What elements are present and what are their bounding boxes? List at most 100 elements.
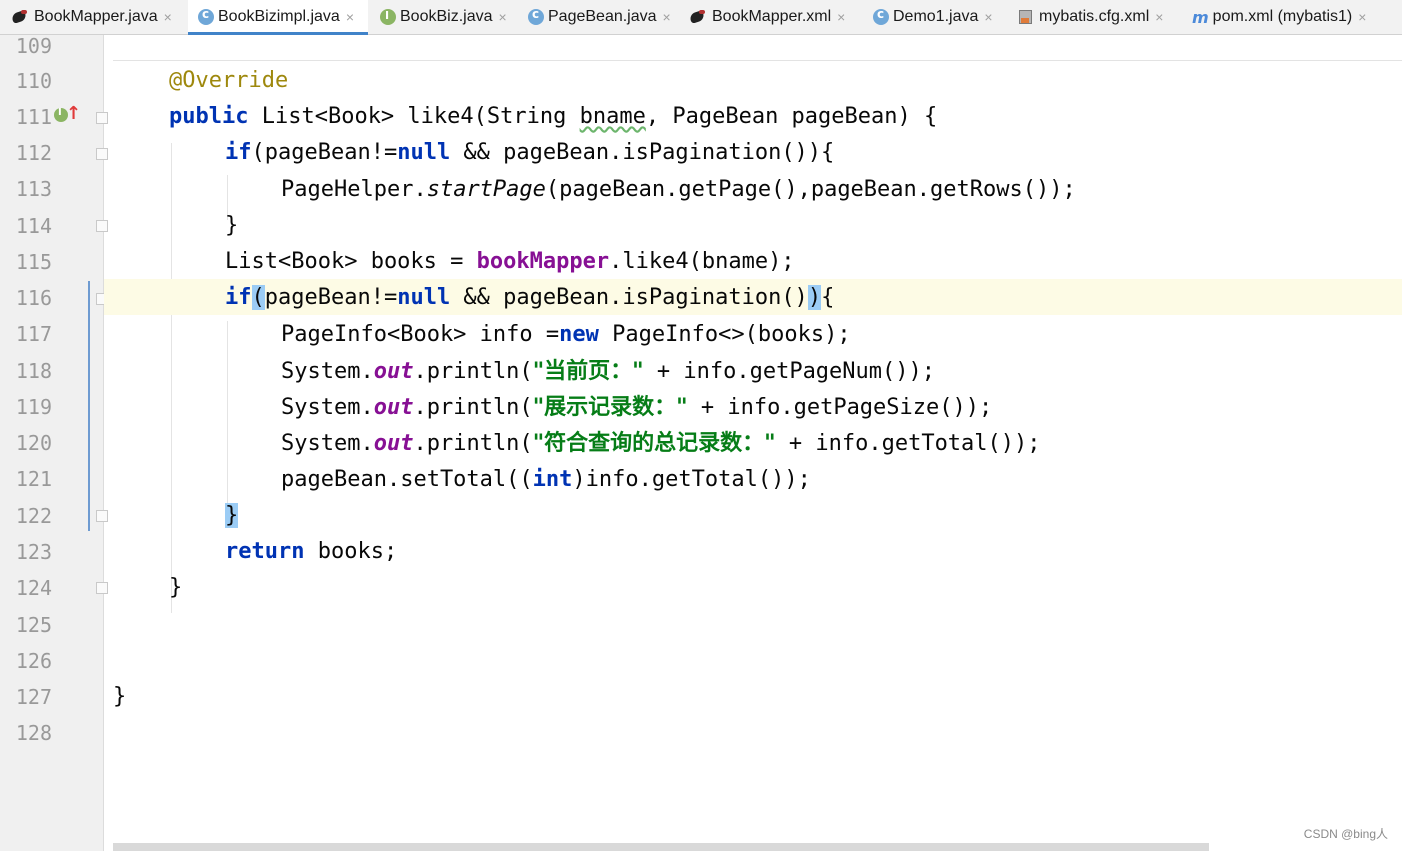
class-icon bbox=[528, 7, 544, 25]
matched-brace: } bbox=[225, 503, 239, 528]
keyword: new bbox=[559, 322, 599, 347]
code-line-127: } bbox=[104, 678, 1402, 714]
line-number: 125 bbox=[15, 613, 52, 637]
horizontal-scrollbar[interactable] bbox=[113, 843, 1209, 851]
keyword: if bbox=[225, 285, 252, 310]
tab-label: BookMapper.java bbox=[34, 8, 158, 25]
tab-bookbizimpl-java[interactable]: BookBizimpl.java × bbox=[188, 0, 368, 35]
line-number: 113 bbox=[15, 177, 52, 201]
override-arrow-icon: ↑ bbox=[66, 103, 82, 124]
code-token: { bbox=[821, 285, 835, 310]
code-token: .println( bbox=[413, 359, 533, 384]
code-line-122: } bbox=[104, 497, 1402, 533]
close-icon[interactable]: × bbox=[1358, 9, 1366, 25]
keyword: return bbox=[225, 539, 305, 564]
code-token: PageInfo<Book> info = bbox=[281, 322, 560, 347]
code-token: books; bbox=[304, 539, 398, 564]
static-field-token: out bbox=[373, 431, 414, 456]
implements-badge-letter: I bbox=[58, 107, 62, 118]
line-number: 111 bbox=[15, 105, 52, 129]
closing-brace: } bbox=[225, 213, 239, 238]
code-text: System.out.println("展示记录数：" + info.getPa… bbox=[281, 394, 992, 421]
code-line-111: public List<Book> like4(String bname, Pa… bbox=[104, 98, 1402, 134]
mybatis-bird-icon bbox=[688, 9, 708, 25]
string-literal: "符合查询的总记录数：" bbox=[532, 430, 776, 456]
line-number: 114 bbox=[15, 214, 52, 238]
tab-bookbiz-java[interactable]: BookBiz.java × bbox=[380, 0, 515, 34]
code-line-124: } bbox=[104, 569, 1402, 605]
code-token: + info.getPageNum()); bbox=[643, 359, 936, 384]
watermark: CSDN @bing人 bbox=[1303, 827, 1388, 841]
code-token: )info.getTotal()); bbox=[572, 467, 811, 492]
line-number: 116 bbox=[15, 286, 52, 310]
close-icon[interactable]: × bbox=[499, 9, 507, 25]
code-token: pageBean.setTotal(( bbox=[281, 467, 533, 492]
code-token: PageHelper. bbox=[281, 177, 427, 202]
tab-mybatis-cfg-xml[interactable]: mybatis.cfg.xml × bbox=[1017, 0, 1182, 34]
tab-bookmapper-xml[interactable]: BookMapper.xml × bbox=[688, 0, 863, 34]
close-icon[interactable]: × bbox=[837, 9, 845, 25]
code-line-110: @Override bbox=[104, 62, 1402, 98]
code-token: .println( bbox=[413, 431, 533, 456]
line-number: 126 bbox=[15, 649, 52, 673]
line-number: 115 bbox=[15, 250, 52, 274]
interface-icon bbox=[380, 9, 396, 25]
static-field-token: out bbox=[373, 359, 414, 384]
code-line-119: System.out.println("展示记录数：" + info.getPa… bbox=[104, 388, 1402, 424]
code-text: if(pageBean!=null && pageBean.isPaginati… bbox=[225, 140, 834, 166]
class-icon bbox=[873, 7, 889, 25]
closing-brace: } bbox=[169, 575, 183, 600]
code-token: + info.getTotal()); bbox=[775, 431, 1041, 456]
close-icon[interactable]: × bbox=[346, 9, 354, 25]
editor-tab-bar: BookMapper.java × BookBizimpl.java × Boo… bbox=[0, 0, 1402, 35]
code-text: pageBean.setTotal((int)info.getTotal()); bbox=[281, 467, 811, 493]
code-line-118: System.out.println("当前页：" + info.getPage… bbox=[104, 352, 1402, 388]
line-number: 109 bbox=[15, 34, 52, 58]
code-token: pageBean!= bbox=[264, 285, 398, 310]
close-icon[interactable]: × bbox=[164, 9, 172, 25]
code-token: List<Book> like4(String bbox=[248, 104, 580, 129]
vcs-change-marker[interactable] bbox=[88, 281, 90, 531]
line-number: 121 bbox=[15, 467, 52, 491]
string-literal: "当前页：" bbox=[532, 358, 644, 384]
code-text: return books; bbox=[225, 539, 397, 565]
code-text: if(pageBean!=null && pageBean.isPaginati… bbox=[225, 285, 834, 311]
tab-label: mybatis.cfg.xml bbox=[1039, 8, 1150, 25]
matched-paren: ( bbox=[251, 285, 265, 310]
line-number: 118 bbox=[15, 359, 52, 383]
code-token: List<Book> books = bbox=[225, 249, 477, 274]
code-token: (pageBean.getPage(),pageBean.getRows()); bbox=[545, 177, 1076, 202]
code-text: PageHelper.startPage(pageBean.getPage(),… bbox=[281, 177, 1076, 203]
tab-pom-xml[interactable]: m pom.xml (mybatis1) × bbox=[1192, 0, 1392, 34]
field-token: bookMapper bbox=[476, 249, 610, 274]
code-text: PageInfo<Book> info =new PageInfo<>(book… bbox=[281, 322, 851, 348]
string-literal: "展示记录数：" bbox=[532, 394, 688, 420]
tab-bookmapper-java[interactable]: BookMapper.java × bbox=[10, 0, 188, 34]
close-icon[interactable]: × bbox=[663, 9, 671, 25]
code-line-120: System.out.println("符合查询的总记录数：" + info.g… bbox=[104, 424, 1402, 460]
tab-label: pom.xml (mybatis1) bbox=[1212, 8, 1353, 25]
code-token: , PageBean pageBean) { bbox=[645, 104, 938, 129]
matched-paren: ) bbox=[807, 285, 822, 310]
code-line-123: return books; bbox=[104, 533, 1402, 569]
code-line-112: if(pageBean!=null && pageBean.isPaginati… bbox=[104, 134, 1402, 170]
keyword: null bbox=[397, 285, 451, 310]
code-token: System. bbox=[281, 431, 374, 456]
tab-demo1-java[interactable]: Demo1.java × bbox=[873, 0, 1008, 34]
code-token: System. bbox=[281, 359, 374, 384]
line-number: 124 bbox=[15, 576, 52, 600]
line-number: 128 bbox=[15, 721, 52, 745]
line-number: 122 bbox=[15, 504, 52, 528]
code-line-117: PageInfo<Book> info =new PageInfo<>(book… bbox=[104, 316, 1402, 352]
close-icon[interactable]: × bbox=[1155, 9, 1163, 25]
line-number: 120 bbox=[15, 431, 52, 455]
tab-label: BookMapper.xml bbox=[712, 8, 832, 25]
line-number: 119 bbox=[15, 395, 52, 419]
code-text: System.out.println("当前页：" + info.getPage… bbox=[281, 358, 935, 385]
code-editor[interactable]: @Override public List<Book> like4(String… bbox=[104, 35, 1402, 845]
static-field-token: out bbox=[373, 395, 414, 420]
tab-pagebean-java[interactable]: PageBean.java × bbox=[528, 0, 678, 34]
tab-label: Demo1.java bbox=[893, 8, 979, 25]
static-method-token: startPage bbox=[426, 177, 546, 202]
close-icon[interactable]: × bbox=[984, 9, 992, 25]
